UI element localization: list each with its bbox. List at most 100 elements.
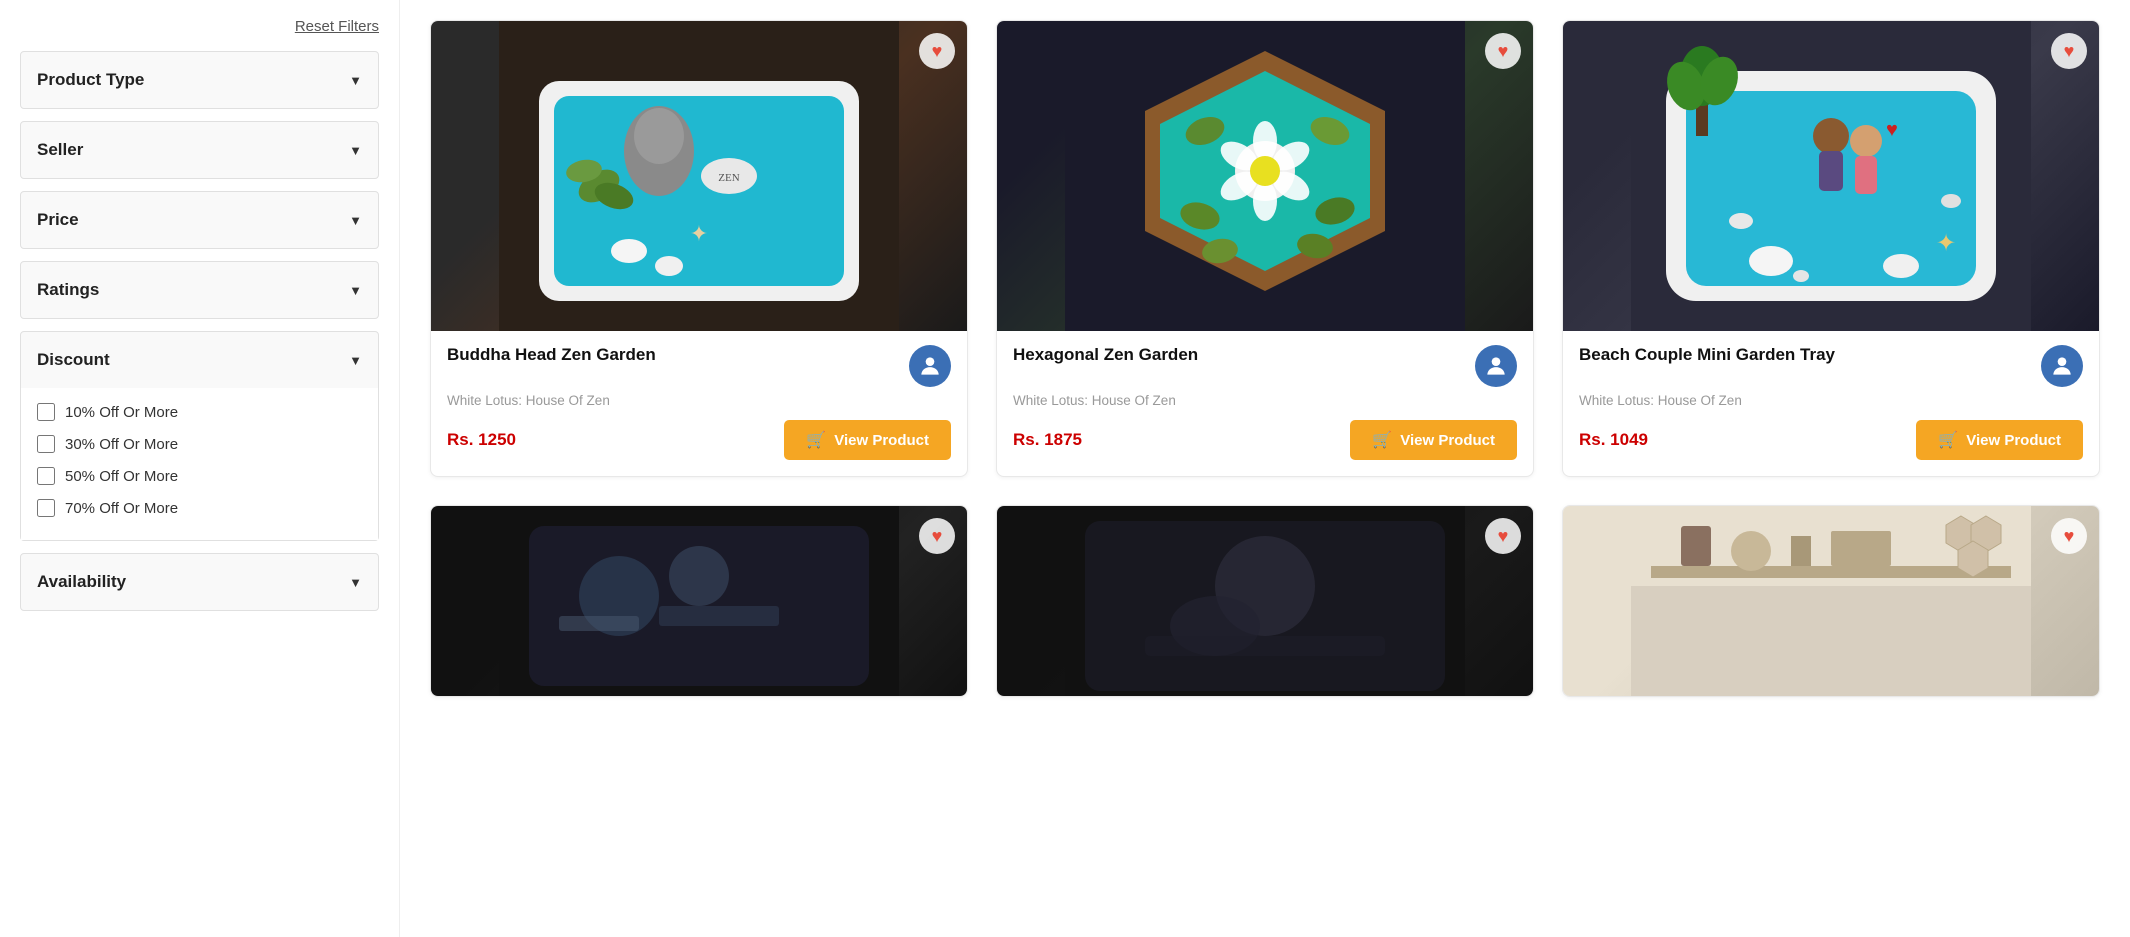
filter-price-header[interactable]: Price ▼: [21, 192, 378, 248]
product-image-p3: ♥ ✦: [1563, 21, 2099, 331]
product-info-p3: Beach Couple Mini Garden Tray White Lotu…: [1563, 331, 2099, 476]
discount-label-30: 30% Off Or More: [65, 436, 178, 453]
cart-icon-p3: 🛒: [1938, 430, 1958, 450]
heart-icon-p5: ♥: [1498, 526, 1509, 547]
reset-filters-button[interactable]: Reset Filters: [20, 10, 379, 51]
product-title-p3: Beach Couple Mini Garden Tray: [1579, 345, 2033, 365]
product-card-p6: ♥: [1562, 505, 2100, 697]
seller-avatar-p1: [909, 345, 951, 387]
seller-name-p3: White Lotus: House Of Zen: [1579, 393, 2083, 408]
discount-label-70: 70% Off Or More: [65, 500, 178, 517]
product-card-p4: ♥: [430, 505, 968, 697]
discount-checkbox-70[interactable]: [37, 499, 55, 517]
filter-product-type: Product Type ▼: [20, 51, 379, 109]
wishlist-button-p1[interactable]: ♥: [919, 33, 955, 69]
filter-availability-header[interactable]: Availability ▼: [21, 554, 378, 610]
product-bottom-p2: Rs. 1875 🛒 View Product: [1013, 420, 1517, 460]
discount-checkbox-10[interactable]: [37, 403, 55, 421]
filter-seller-arrow: ▼: [349, 143, 362, 158]
wishlist-button-p6[interactable]: ♥: [2051, 518, 2087, 554]
product-price-p2: Rs. 1875: [1013, 430, 1082, 450]
product-image-p4: [431, 506, 967, 696]
filter-discount-header[interactable]: Discount ▼: [21, 332, 378, 388]
heart-icon-p3: ♥: [2064, 41, 2075, 62]
cart-icon-p2: 🛒: [1372, 430, 1392, 450]
product-title-p2: Hexagonal Zen Garden: [1013, 345, 1467, 365]
discount-label-50: 50% Off Or More: [65, 468, 178, 485]
product-title-row-p3: Beach Couple Mini Garden Tray: [1579, 345, 2083, 387]
filter-availability-label: Availability: [37, 572, 126, 592]
product-image-wrapper-p5: ♥: [997, 506, 1533, 696]
product-image-p2: [997, 21, 1533, 331]
svg-text:ZEN: ZEN: [718, 172, 739, 184]
product-card-p2: ♥ Hexagonal Zen Garden White Lotus: H: [996, 20, 1534, 477]
svg-text:✦: ✦: [1936, 230, 1956, 257]
product-grid: ZEN ✦ ♥: [430, 20, 2100, 697]
svg-text:✦: ✦: [690, 221, 708, 246]
filter-price: Price ▼: [20, 191, 379, 249]
view-product-label-p1: View Product: [834, 432, 929, 449]
discount-checkbox-30[interactable]: [37, 435, 55, 453]
wishlist-button-p3[interactable]: ♥: [2051, 33, 2087, 69]
filter-ratings-label: Ratings: [37, 280, 99, 300]
wishlist-button-p4[interactable]: ♥: [919, 518, 955, 554]
filter-availability-arrow: ▼: [349, 575, 362, 590]
filter-seller-header[interactable]: Seller ▼: [21, 122, 378, 178]
user-icon-p2: [1483, 353, 1509, 379]
discount-options-container: 10% Off Or More 30% Off Or More 50% Off …: [21, 388, 378, 540]
product-title-row-p1: Buddha Head Zen Garden: [447, 345, 951, 387]
discount-checkbox-50[interactable]: [37, 467, 55, 485]
discount-option-10[interactable]: 10% Off Or More: [37, 396, 362, 428]
user-icon-p1: [917, 353, 943, 379]
filter-product-type-arrow: ▼: [349, 73, 362, 88]
product-image-wrapper-p2: ♥: [997, 21, 1533, 331]
filter-product-type-label: Product Type: [37, 70, 144, 90]
filter-price-label: Price: [37, 210, 79, 230]
discount-label-10: 10% Off Or More: [65, 404, 178, 421]
heart-icon-p2: ♥: [1498, 41, 1509, 62]
filter-availability: Availability ▼: [20, 553, 379, 611]
product-bottom-p1: Rs. 1250 🛒 View Product: [447, 420, 951, 460]
discount-option-30[interactable]: 30% Off Or More: [37, 428, 362, 460]
discount-option-50[interactable]: 50% Off Or More: [37, 460, 362, 492]
product-info-p1: Buddha Head Zen Garden White Lotus: Hous…: [431, 331, 967, 476]
product-image-wrapper-p6: ♥: [1563, 506, 2099, 696]
heart-icon-p4: ♥: [932, 526, 943, 547]
filter-discount-label: Discount: [37, 350, 110, 370]
view-product-button-p2[interactable]: 🛒 View Product: [1350, 420, 1517, 460]
product-area: ZEN ✦ ♥: [400, 0, 2130, 937]
wishlist-button-p2[interactable]: ♥: [1485, 33, 1521, 69]
filter-ratings: Ratings ▼: [20, 261, 379, 319]
seller-name-p2: White Lotus: House Of Zen: [1013, 393, 1517, 408]
product-card-p5: ♥: [996, 505, 1534, 697]
product-price-p1: Rs. 1250: [447, 430, 516, 450]
filter-product-type-header[interactable]: Product Type ▼: [21, 52, 378, 108]
filter-seller-label: Seller: [37, 140, 83, 160]
filter-discount: Discount ▼ 10% Off Or More 30% Off Or Mo…: [20, 331, 379, 541]
seller-avatar-p2: [1475, 345, 1517, 387]
product-card-p3: ♥ ✦: [1562, 20, 2100, 477]
product-image-p5: [997, 506, 1533, 696]
filter-ratings-arrow: ▼: [349, 283, 362, 298]
svg-text:♥: ♥: [1886, 119, 1898, 141]
sidebar: Reset Filters Product Type ▼ Seller ▼ Pr…: [0, 0, 400, 937]
product-title-p1: Buddha Head Zen Garden: [447, 345, 901, 365]
discount-option-70[interactable]: 70% Off Or More: [37, 492, 362, 524]
product-image-wrapper-p4: ♥: [431, 506, 967, 696]
product-bottom-p3: Rs. 1049 🛒 View Product: [1579, 420, 2083, 460]
filter-ratings-header[interactable]: Ratings ▼: [21, 262, 378, 318]
view-product-label-p3: View Product: [1966, 432, 2061, 449]
cart-icon-p1: 🛒: [806, 430, 826, 450]
product-price-p3: Rs. 1049: [1579, 430, 1648, 450]
wishlist-button-p5[interactable]: ♥: [1485, 518, 1521, 554]
view-product-label-p2: View Product: [1400, 432, 1495, 449]
seller-avatar-p3: [2041, 345, 2083, 387]
filter-discount-arrow: ▼: [349, 353, 362, 368]
seller-name-p1: White Lotus: House Of Zen: [447, 393, 951, 408]
view-product-button-p1[interactable]: 🛒 View Product: [784, 420, 951, 460]
user-icon-p3: [2049, 353, 2075, 379]
view-product-button-p3[interactable]: 🛒 View Product: [1916, 420, 2083, 460]
product-title-row-p2: Hexagonal Zen Garden: [1013, 345, 1517, 387]
product-image-wrapper-p1: ZEN ✦ ♥: [431, 21, 967, 331]
filter-seller: Seller ▼: [20, 121, 379, 179]
